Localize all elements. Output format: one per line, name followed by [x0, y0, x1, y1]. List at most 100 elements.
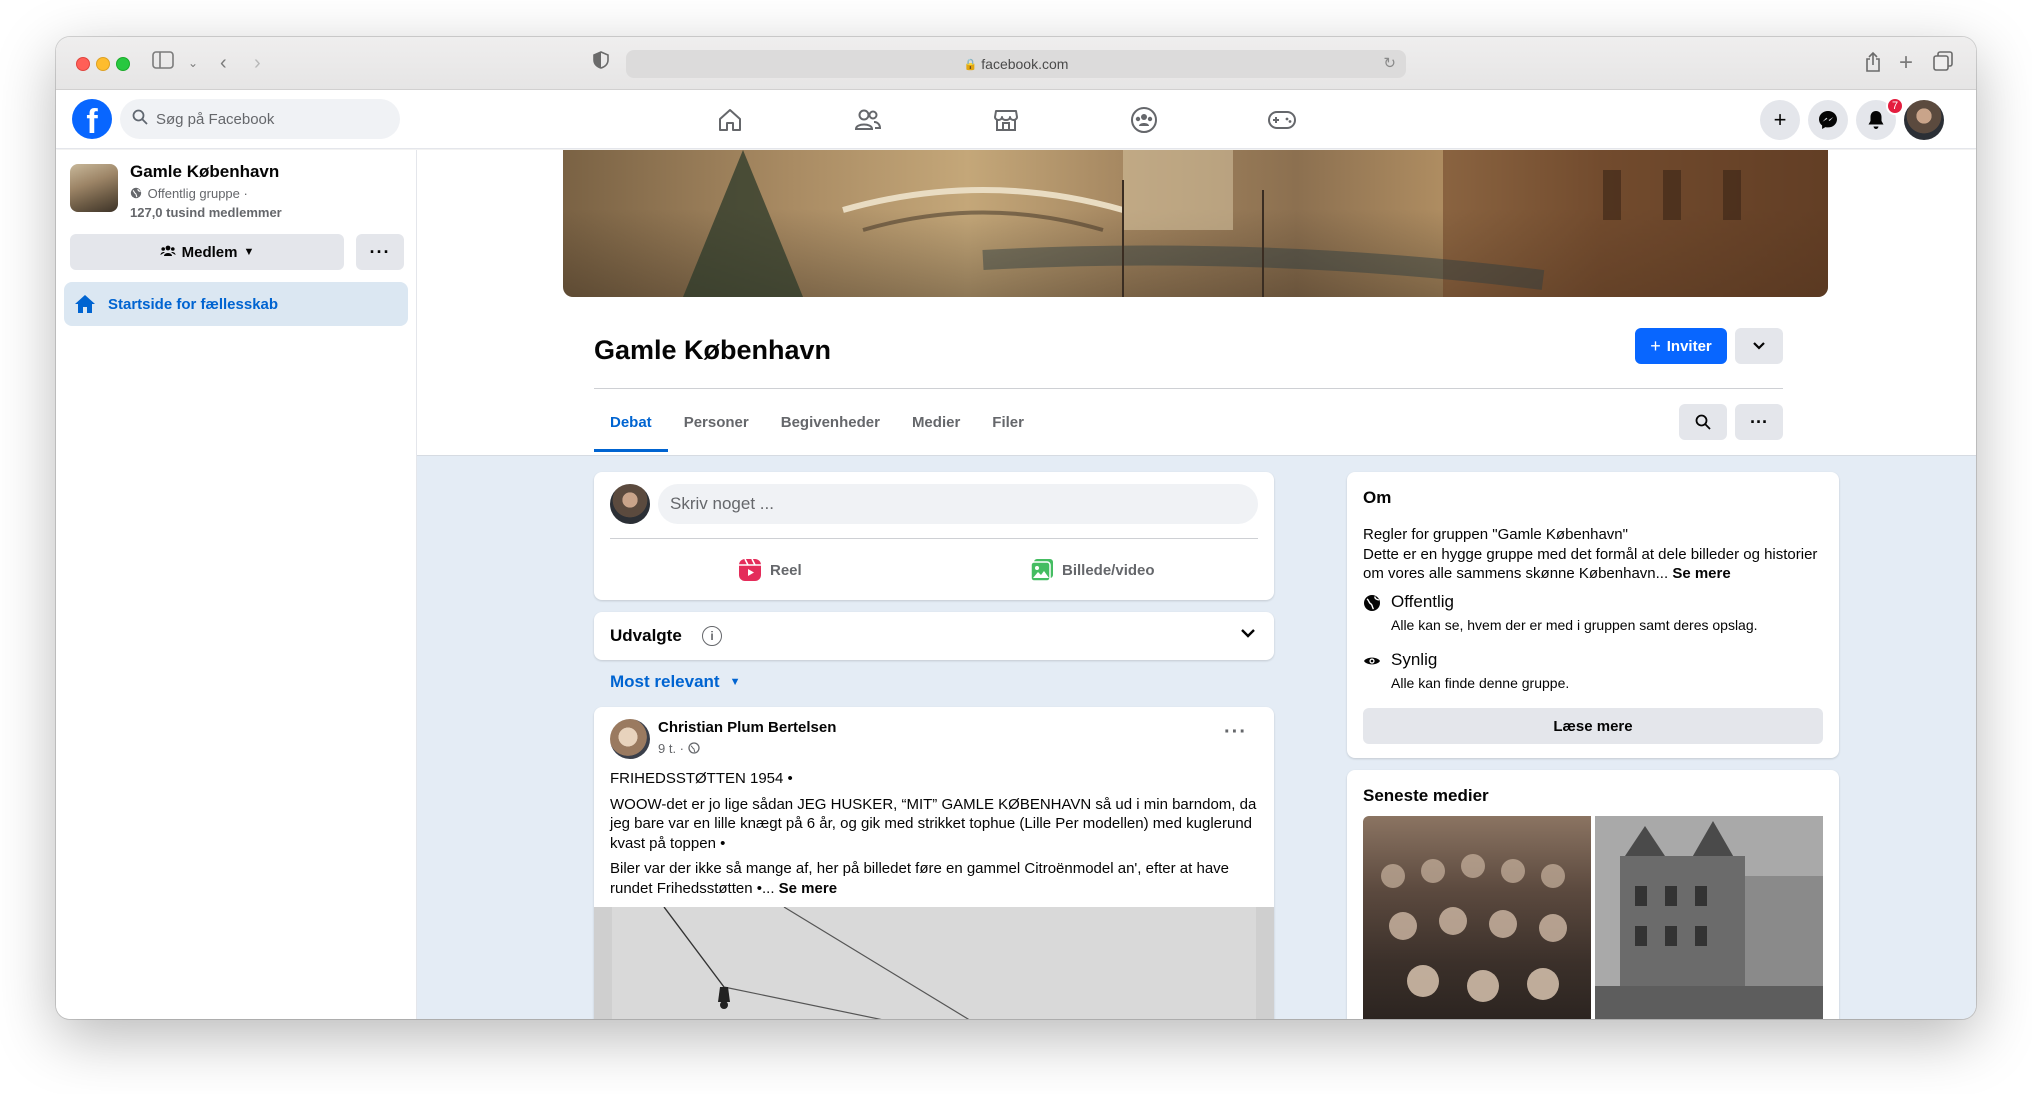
tab-medier[interactable]: Medier	[896, 392, 976, 452]
browser-toolbar: ⌄ ‹ › 🔒 facebook.com ↻ +	[56, 37, 1976, 90]
reel-label: Reel	[770, 561, 802, 579]
about-see-more-link[interactable]: Se mere	[1672, 565, 1730, 582]
post-author-avatar[interactable]	[610, 719, 650, 759]
recent-media-card: Seneste medier	[1347, 770, 1839, 1019]
post-body: FRIHEDSSTØTTEN 1954 • WOOW-det er jo lig…	[610, 769, 1260, 904]
about-description-text: Regler for gruppen "Gamle København" Det…	[1363, 526, 1818, 582]
sidebar-group-name[interactable]: Gamle København	[130, 162, 279, 182]
about-card: Om Regler for gruppen "Gamle København" …	[1347, 472, 1839, 758]
groups-icon	[1131, 107, 1157, 133]
back-icon[interactable]: ‹	[220, 51, 227, 75]
page-title: Gamle København	[594, 335, 832, 365]
facebook-logo[interactable]: f	[72, 99, 112, 139]
address-bar[interactable]: 🔒 facebook.com ↻	[626, 50, 1406, 78]
composer-avatar[interactable]	[610, 484, 650, 524]
close-window-button[interactable]	[76, 57, 90, 71]
globe-icon	[130, 186, 148, 201]
tab-debat[interactable]: Debat	[594, 392, 668, 452]
home-icon	[75, 295, 95, 313]
photo-video-label: Billede/video	[1062, 561, 1155, 579]
invite-button[interactable]: + Inviter	[1635, 328, 1727, 364]
bell-icon	[1868, 111, 1884, 129]
lock-icon: 🔒	[963, 58, 978, 71]
account-avatar[interactable]	[1904, 100, 1944, 140]
tabs-more-button[interactable]: ···	[1735, 404, 1783, 440]
tab-overview-icon[interactable]	[1933, 51, 1953, 77]
media-thumbnail[interactable]	[1595, 816, 1823, 1019]
zoom-window-button[interactable]	[116, 57, 130, 71]
tab-personer[interactable]: Personer	[668, 392, 765, 452]
share-icon[interactable]	[1864, 51, 1882, 79]
create-button[interactable]: +	[1760, 100, 1800, 140]
plus-icon: +	[1650, 335, 1661, 356]
post-paragraph: FRIHEDSSTØTTEN 1954 •	[610, 770, 793, 787]
sidebar-item-label: Startside for fællesskab	[108, 295, 279, 313]
url-text: facebook.com	[981, 56, 1069, 72]
privacy-shield-icon[interactable]	[593, 51, 609, 77]
reload-icon[interactable]: ↻	[1383, 54, 1396, 72]
post-timestamp[interactable]: 9 t. ·	[658, 741, 700, 756]
about-heading: Om	[1363, 488, 1392, 507]
group-privacy: Offentlig gruppe ·	[130, 186, 248, 201]
info-icon[interactable]: i	[702, 626, 722, 646]
post-see-more-link[interactable]: Se mere	[779, 880, 837, 897]
facebook-logo-letter: f	[86, 103, 98, 139]
minimize-window-button[interactable]	[96, 57, 110, 71]
tab-begivenheder[interactable]: Begivenheder	[765, 392, 896, 452]
recent-media-heading: Seneste medier	[1363, 786, 1489, 805]
group-member-count[interactable]: 127,0 tusind medlemmer	[130, 205, 282, 220]
more-dots-icon: ···	[369, 241, 391, 262]
chevron-down-icon	[1753, 342, 1765, 350]
post-author-name[interactable]: Christian Plum Bertelsen	[658, 719, 836, 736]
home-nav-tab[interactable]	[710, 104, 750, 136]
tab-filer[interactable]: Filer	[976, 392, 1040, 452]
group-main: Gamle København + Inviter Debat Personer…	[417, 150, 1976, 1019]
photo-video-button[interactable]: Billede/video	[1030, 550, 1155, 590]
group-search-button[interactable]	[1679, 404, 1727, 440]
header-divider	[594, 388, 1783, 389]
globe-icon	[1363, 594, 1381, 617]
composer-input[interactable]: Skriv noget ...	[658, 484, 1258, 524]
friends-icon	[854, 109, 882, 130]
post-composer: Skriv noget ... Reel Billede/video	[594, 472, 1274, 600]
featured-section[interactable]: Udvalgte i	[594, 612, 1274, 660]
messenger-icon	[1819, 111, 1837, 129]
marketplace-nav-tab[interactable]	[986, 104, 1026, 136]
sidebar-item-community-home[interactable]: Startside for fællesskab	[64, 282, 408, 326]
messenger-button[interactable]	[1808, 100, 1848, 140]
header-dropdown-button[interactable]	[1735, 328, 1783, 364]
photo-icon	[1030, 558, 1054, 582]
more-dots-icon: ···	[1750, 411, 1768, 432]
plus-icon: +	[1773, 107, 1787, 132]
notification-count-badge: 7	[1886, 97, 1904, 115]
browser-window: ⌄ ‹ › 🔒 facebook.com ↻ + f Søg på Facebo…	[56, 37, 1976, 1019]
media-thumbnail[interactable]	[1363, 816, 1591, 1019]
gaming-nav-tab[interactable]	[1262, 104, 1302, 136]
search-icon	[1695, 414, 1711, 430]
chevron-down-icon[interactable]	[1240, 626, 1256, 644]
facebook-search-input[interactable]: Søg på Facebook	[120, 99, 400, 139]
group-thumbnail[interactable]	[70, 164, 118, 212]
caret-down-icon: ▼	[729, 676, 741, 688]
sort-dropdown[interactable]: Most relevant ▼	[610, 672, 740, 692]
post-paragraph: Biler var der ikke så mange af, her på b…	[610, 859, 1260, 898]
sidebar-more-button[interactable]: ···	[356, 234, 404, 270]
post-options-button[interactable]: ···	[1224, 721, 1247, 744]
post-photo[interactable]	[594, 907, 1274, 1019]
forward-icon[interactable]: ›	[254, 51, 261, 75]
feed-post: Christian Plum Bertelsen 9 t. · ··· FRIH…	[594, 707, 1274, 1019]
public-description: Alle kan se, hvem der er med i gruppen s…	[1391, 617, 1758, 633]
groups-nav-tab[interactable]	[1124, 104, 1164, 136]
friends-nav-tab[interactable]	[848, 104, 888, 136]
group-header: Gamle København + Inviter Debat Personer…	[417, 150, 1976, 456]
group-tabs: Debat Personer Begivenheder Medier Filer	[594, 392, 1040, 452]
new-tab-icon[interactable]: +	[1899, 51, 1913, 75]
sort-label: Most relevant	[610, 672, 720, 691]
read-more-button[interactable]: Læse mere	[1363, 708, 1823, 744]
reel-button[interactable]: Reel	[738, 550, 802, 590]
member-button[interactable]: Medlem ▼	[70, 234, 344, 270]
group-cover-photo[interactable]	[563, 150, 1828, 297]
chevron-down-icon[interactable]: ⌄	[188, 51, 198, 75]
sidebar-toggle-icon[interactable]	[152, 51, 174, 75]
post-paragraph: WOOW-det er jo lige sådan JEG HUSKER, “M…	[610, 795, 1257, 852]
